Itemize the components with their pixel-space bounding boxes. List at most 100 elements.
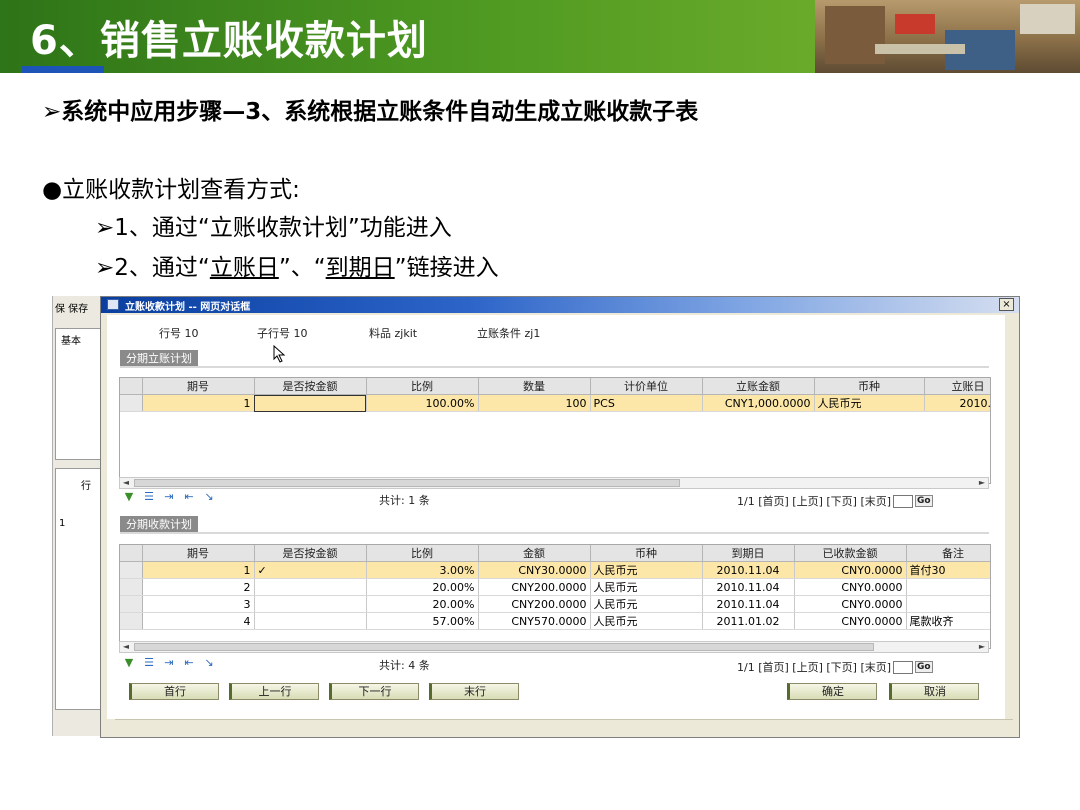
by-amount-cell[interactable] xyxy=(254,394,367,412)
amount-cell[interactable]: CNY30.0000 xyxy=(478,561,591,579)
amount-cell[interactable]: CNY200.0000 xyxy=(478,595,591,613)
unit-cell[interactable]: PCS xyxy=(590,394,703,412)
col-header[interactable]: 币种 xyxy=(590,545,703,562)
tab-installment-collection-plan[interactable]: 分期收款计划 xyxy=(120,516,198,533)
scroll-left-icon[interactable]: ◄ xyxy=(120,642,132,652)
amount-cell[interactable]: CNY570.0000 xyxy=(478,612,591,630)
col-header[interactable]: 数量 xyxy=(478,378,591,395)
delete-row-icon[interactable]: ⇤ xyxy=(181,491,197,503)
col-header[interactable]: 金额 xyxy=(478,545,591,562)
ratio-cell[interactable]: 20.00% xyxy=(366,595,479,613)
ok-button[interactable]: 确定 xyxy=(787,683,877,700)
last-row-button[interactable]: 末行 xyxy=(429,683,519,700)
next-row-button[interactable]: 下一行 xyxy=(329,683,419,700)
col-header[interactable]: 立账日 xyxy=(924,378,990,395)
currency-cell[interactable]: 人民币元 xyxy=(590,595,703,613)
export-icon[interactable]: ↘ xyxy=(201,657,217,669)
period-cell[interactable]: 1 xyxy=(142,561,255,579)
col-header[interactable]: 计价单位 xyxy=(590,378,703,395)
by-amount-cell[interactable]: ✓ xyxy=(254,561,367,579)
table-row[interactable]: 4 57.00% CNY570.0000 人民币元 2011.01.02 CNY… xyxy=(120,612,990,630)
currency-cell[interactable]: 人民币元 xyxy=(590,561,703,579)
ledger-date-cell[interactable]: 2010.11. xyxy=(924,394,990,412)
col-header[interactable]: 已收款金额 xyxy=(794,545,907,562)
col-header[interactable]: 是否按金额 xyxy=(254,378,367,395)
quantity-cell[interactable]: 100 xyxy=(478,394,591,412)
remark-cell[interactable] xyxy=(906,578,990,596)
delete-row-icon[interactable]: ⇤ xyxy=(181,657,197,669)
currency-cell[interactable]: 人民币元 xyxy=(590,612,703,630)
due-date-cell[interactable]: 2010.11.04 xyxy=(702,561,795,579)
first-row-button[interactable]: 首行 xyxy=(129,683,219,700)
col-header[interactable]: 立账金额 xyxy=(702,378,815,395)
period-cell[interactable]: 2 xyxy=(142,578,255,596)
table-row[interactable]: 3 20.00% CNY200.0000 人民币元 2010.11.04 CNY… xyxy=(120,595,990,613)
received-amount-cell[interactable]: CNY0.0000 xyxy=(794,578,907,596)
pager-links[interactable]: 1/1 [首页] [上页] [下页] [末页] xyxy=(737,659,891,675)
by-amount-cell[interactable] xyxy=(254,595,367,613)
remark-cell[interactable]: 首付30 xyxy=(906,561,990,579)
period-cell[interactable]: 1 xyxy=(142,394,255,412)
bg-tab-basic[interactable]: 基本 xyxy=(61,332,81,347)
table-row[interactable]: 2 20.00% CNY200.0000 人民币元 2010.11.04 CNY… xyxy=(120,578,990,596)
received-amount-cell[interactable]: CNY0.0000 xyxy=(794,561,907,579)
insert-row-icon[interactable]: ⇥ xyxy=(161,657,177,669)
due-date-cell[interactable]: 2010.11.04 xyxy=(702,595,795,613)
collection-plan-horizontal-scrollbar[interactable]: ◄ ► xyxy=(119,641,989,653)
by-amount-cell[interactable] xyxy=(254,612,367,630)
remark-cell[interactable]: 尾款收齐 xyxy=(906,612,990,630)
ratio-cell[interactable]: 57.00% xyxy=(366,612,479,630)
ratio-cell[interactable]: 3.00% xyxy=(366,561,479,579)
row-header[interactable] xyxy=(120,612,143,630)
page-input[interactable] xyxy=(893,494,914,508)
currency-cell[interactable]: 人民币元 xyxy=(814,394,925,412)
scroll-left-icon[interactable]: ◄ xyxy=(120,478,132,488)
col-header[interactable]: 期号 xyxy=(142,545,255,562)
filter-icon[interactable]: ▼ xyxy=(121,657,137,669)
ledger-amount-cell[interactable]: CNY1,000.0000 xyxy=(702,394,815,412)
go-button[interactable]: Go xyxy=(915,661,933,673)
currency-cell[interactable]: 人民币元 xyxy=(590,578,703,596)
table-row[interactable]: 1 100.00% 100 PCS CNY1,000.0000 人民币元 201… xyxy=(120,394,990,412)
row-header[interactable] xyxy=(120,595,143,613)
by-amount-cell[interactable] xyxy=(254,578,367,596)
list-icon[interactable]: ☰ xyxy=(141,657,157,669)
close-button[interactable]: × xyxy=(999,298,1014,311)
col-header[interactable]: 币种 xyxy=(814,378,925,395)
col-header[interactable]: 到期日 xyxy=(702,545,795,562)
tab-installment-ledger-plan[interactable]: 分期立账计划 xyxy=(120,350,198,367)
col-header[interactable]: 比例 xyxy=(366,378,479,395)
prev-row-button[interactable]: 上一行 xyxy=(229,683,319,700)
table-row[interactable]: 1 ✓ 3.00% CNY30.0000 人民币元 2010.11.04 CNY… xyxy=(120,561,990,579)
remark-cell[interactable] xyxy=(906,595,990,613)
filter-icon[interactable]: ▼ xyxy=(121,491,137,503)
page-input[interactable] xyxy=(893,660,914,674)
scroll-right-icon[interactable]: ► xyxy=(976,478,988,488)
ratio-cell[interactable]: 100.00% xyxy=(366,394,479,412)
row-header[interactable] xyxy=(120,578,143,596)
list-icon[interactable]: ☰ xyxy=(141,491,157,503)
received-amount-cell[interactable]: CNY0.0000 xyxy=(794,595,907,613)
period-cell[interactable]: 4 xyxy=(142,612,255,630)
amount-cell[interactable]: CNY200.0000 xyxy=(478,578,591,596)
row-header[interactable] xyxy=(120,561,143,579)
scroll-thumb[interactable] xyxy=(134,643,874,651)
due-date-cell[interactable]: 2011.01.02 xyxy=(702,612,795,630)
scroll-thumb[interactable] xyxy=(134,479,680,487)
received-amount-cell[interactable]: CNY0.0000 xyxy=(794,612,907,630)
col-header[interactable]: 备注 xyxy=(906,545,990,562)
insert-row-icon[interactable]: ⇥ xyxy=(161,491,177,503)
col-header[interactable]: 期号 xyxy=(142,378,255,395)
row-header[interactable] xyxy=(120,394,143,412)
cancel-button[interactable]: 取消 xyxy=(889,683,979,700)
col-header[interactable]: 比例 xyxy=(366,545,479,562)
ledger-plan-horizontal-scrollbar[interactable]: ◄ ► xyxy=(119,477,989,489)
ratio-cell[interactable]: 20.00% xyxy=(366,578,479,596)
export-icon[interactable]: ↘ xyxy=(201,491,217,503)
go-button[interactable]: Go xyxy=(915,495,933,507)
pager-links[interactable]: 1/1 [首页] [上页] [下页] [末页] xyxy=(737,493,891,509)
scroll-right-icon[interactable]: ► xyxy=(976,642,988,652)
col-header[interactable]: 是否按金额 xyxy=(254,545,367,562)
bg-toolbar-save[interactable]: 保 保存 xyxy=(55,300,88,315)
period-cell[interactable]: 3 xyxy=(142,595,255,613)
